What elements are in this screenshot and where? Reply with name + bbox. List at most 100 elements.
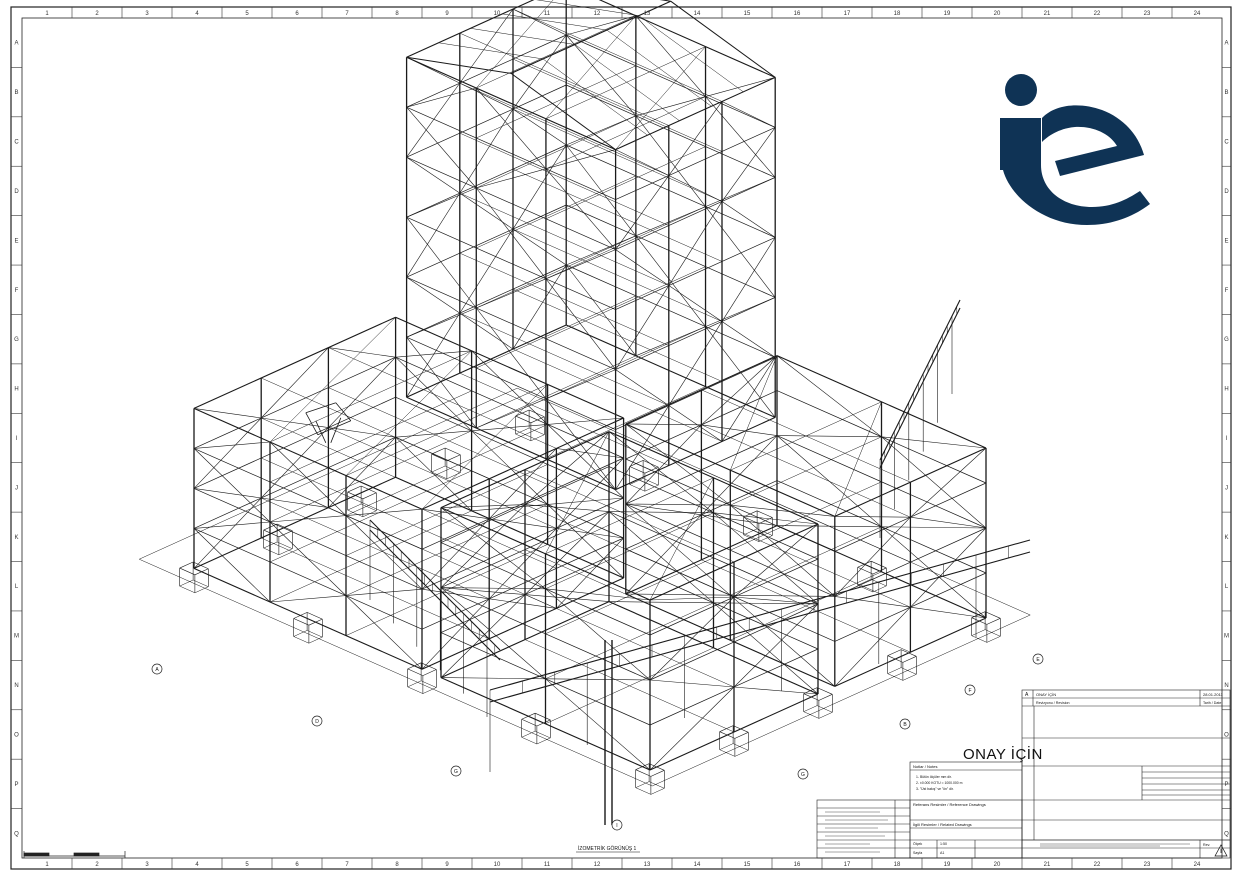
- sheet-value: A1: [940, 851, 944, 855]
- rev-label: Rev.: [1203, 843, 1210, 847]
- scale-label: Ölçek: [913, 842, 922, 846]
- border-letter-right: G: [1224, 337, 1229, 343]
- border-number-top: 4: [195, 11, 199, 17]
- steel-structure-isometric-drawing: [139, 0, 1031, 825]
- revision-text: ONAY İÇİN: [1036, 692, 1056, 697]
- border-letter-left: P: [14, 782, 18, 788]
- border-letter-left: G: [14, 337, 19, 343]
- border-letter-right: E: [1224, 238, 1228, 244]
- border-letter-right: A: [1224, 41, 1228, 47]
- border-number-bottom: 9: [445, 862, 449, 868]
- border-number-bottom: 8: [395, 862, 399, 868]
- border-number-top: 11: [544, 11, 551, 17]
- revision-header-left: Revizyonu / Revision: [1036, 701, 1070, 705]
- border-letter-right: B: [1224, 90, 1228, 96]
- border-number-top: 24: [1194, 11, 1201, 17]
- notes-title: Notlar / Notes: [913, 764, 937, 769]
- note-2: 2- ±0.000 KOTU = 1000.000 m: [916, 781, 963, 785]
- company-logo: [1000, 74, 1150, 225]
- border-number-bottom: 11: [544, 862, 551, 868]
- border-letter-right: H: [1224, 387, 1228, 393]
- border-number-top: 18: [894, 11, 901, 17]
- sheet-inner-border: [21, 17, 1223, 859]
- border-number-top: 19: [944, 11, 951, 17]
- engineering-drawing-sheet: 1122334455667788991010111112121313141415…: [10, 0, 1232, 870]
- border-letter-left: I: [16, 436, 18, 442]
- border-number-bottom: 2: [95, 862, 99, 868]
- border-number-bottom: 4: [195, 862, 199, 868]
- grid-bubble-label: F: [968, 688, 971, 694]
- border-number-bottom: 24: [1194, 862, 1201, 868]
- related-drawings-label: İlgili Resimler / Related Drawings: [913, 822, 972, 827]
- revision-letter: A: [1025, 692, 1029, 698]
- title-block: [816, 689, 1231, 859]
- border-letter-left: K: [14, 535, 18, 541]
- border-number-bottom: 15: [744, 862, 751, 868]
- border-number-top: 12: [594, 11, 601, 17]
- border-letter-left: M: [14, 634, 19, 640]
- border-number-bottom: 23: [1144, 862, 1151, 868]
- border-letter-left: C: [14, 140, 19, 146]
- border-letter-right: O: [1224, 732, 1229, 738]
- border-letter-right: Q: [1224, 831, 1229, 837]
- border-number-top: 22: [1094, 11, 1101, 17]
- border-letter-right: F: [1225, 288, 1229, 294]
- revision-header-right: Tarih / Date: [1203, 701, 1221, 705]
- border-letter-left: O: [14, 732, 19, 738]
- grid-bubble-label: G: [454, 769, 458, 775]
- border-number-top: 6: [295, 11, 299, 17]
- sheet-label: Sayfa: [913, 851, 922, 855]
- border-number-bottom: 12: [594, 862, 601, 868]
- border-number-top: 21: [1044, 11, 1051, 17]
- grid-axis-bubbles: ADGIEFBG: [151, 653, 1044, 831]
- border-letter-right: J: [1225, 485, 1228, 491]
- border-number-top: 15: [744, 11, 751, 17]
- border-number-top: 5: [245, 11, 249, 17]
- border-letter-left: A: [14, 41, 18, 47]
- border-number-top: 3: [145, 11, 149, 17]
- border-letter-left: J: [15, 485, 18, 491]
- border-number-bottom: 21: [1044, 862, 1051, 868]
- border-letter-right: I: [1226, 436, 1228, 442]
- border-letter-left: Q: [14, 831, 19, 837]
- border-number-top: 2: [95, 11, 99, 17]
- border-number-top: 14: [694, 11, 701, 17]
- border-number-bottom: 1: [45, 862, 49, 868]
- title-block-texts: A ONAY İÇİN 28.01.2011 Revizyonu / Revis…: [913, 692, 1223, 855]
- border-letter-right: L: [1225, 584, 1229, 590]
- border-number-top: 9: [445, 11, 449, 17]
- border-letter-right: M: [1224, 634, 1229, 640]
- border-letter-left: B: [14, 90, 18, 96]
- border-number-bottom: 7: [345, 862, 349, 868]
- border-number-bottom: 10: [494, 862, 501, 868]
- border-letter-left: D: [14, 189, 19, 195]
- grid-bubble-label: G: [801, 772, 805, 778]
- border-letter-left: E: [14, 238, 18, 244]
- border-number-top: 1: [45, 11, 49, 17]
- view-caption: İZOMETRİK GÖRÜNÜŞ 1: [576, 845, 640, 853]
- reference-drawings-label: Referans Resimler / Reference Drawings: [913, 802, 986, 807]
- border-number-bottom: 19: [944, 862, 951, 868]
- border-number-top: 7: [345, 11, 349, 17]
- grid-bubble-label: I: [616, 823, 617, 829]
- border-letter-left: F: [15, 288, 19, 294]
- border-letter-left: H: [14, 387, 18, 393]
- graphic-scale-bar: [23, 851, 126, 858]
- border-letter-left: L: [15, 584, 19, 590]
- border-number-top: 23: [1144, 11, 1151, 17]
- border-number-bottom: 6: [295, 862, 299, 868]
- border-number-bottom: 18: [894, 862, 901, 868]
- grid-bubble-label: D: [315, 719, 319, 725]
- note-3: 3- "Üst bakış" ve "ön" dir.: [916, 787, 954, 791]
- border-number-top: 20: [994, 11, 1001, 17]
- logo-dot: [1005, 74, 1037, 106]
- border-number-top: 16: [794, 11, 801, 17]
- border-number-bottom: 14: [694, 862, 701, 868]
- border-number-bottom: 22: [1094, 862, 1101, 868]
- border-number-bottom: 13: [644, 862, 651, 868]
- border-number-top: 17: [844, 11, 851, 17]
- border-number-bottom: 5: [245, 862, 249, 868]
- border-number-bottom: 20: [994, 862, 1001, 868]
- border-zone-labels: 1122334455667788991010111112121313141415…: [14, 11, 1229, 868]
- border-letter-right: D: [1224, 189, 1229, 195]
